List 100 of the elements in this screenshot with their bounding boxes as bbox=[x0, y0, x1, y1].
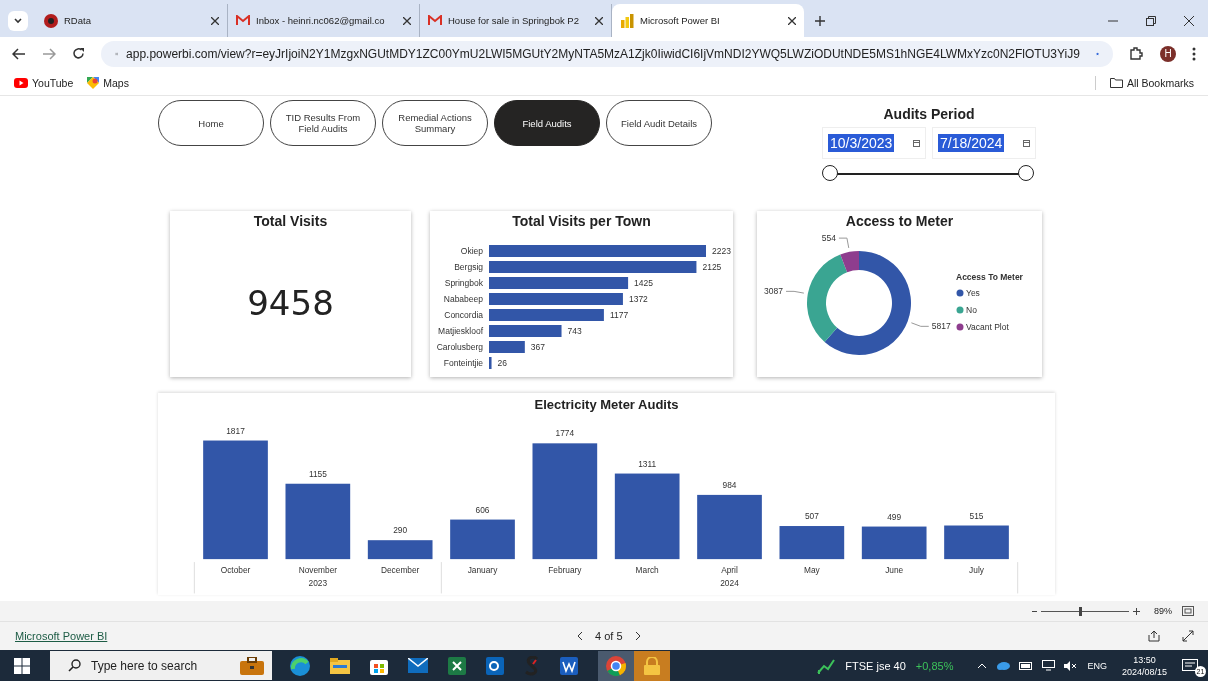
kpi-value: 9458 bbox=[247, 283, 334, 323]
page-nav-button[interactable]: Home bbox=[158, 100, 264, 146]
forward-icon[interactable] bbox=[42, 47, 56, 60]
calendar-icon[interactable] bbox=[913, 139, 920, 147]
minus-icon[interactable] bbox=[1032, 608, 1037, 614]
axis-label: Carolusberg bbox=[436, 342, 483, 352]
lock-taskbar-button[interactable] bbox=[634, 650, 670, 681]
legend-label: No bbox=[966, 305, 977, 315]
speaker-muted-icon[interactable] bbox=[1064, 660, 1079, 671]
chevron-up-icon[interactable] bbox=[977, 662, 988, 669]
brand-link[interactable]: Microsoft Power BI bbox=[15, 630, 555, 642]
axis-label: March bbox=[635, 564, 659, 575]
data-label: 554 bbox=[821, 233, 836, 244]
profile-avatar[interactable]: H bbox=[1160, 45, 1176, 62]
axis-label: February bbox=[548, 564, 582, 575]
slider-handle[interactable] bbox=[1078, 606, 1082, 616]
data-label: 499 bbox=[887, 511, 902, 522]
data-label: 3087 bbox=[764, 286, 784, 297]
bookmark-link[interactable]: Maps bbox=[87, 76, 129, 89]
browser-tab[interactable]: Microsoft Power BI bbox=[612, 4, 804, 37]
axis-label: December bbox=[380, 564, 420, 575]
card-title: Total Visits bbox=[253, 213, 328, 231]
axis-label: Matjieskloof bbox=[438, 326, 483, 336]
axis-label: November bbox=[298, 564, 338, 575]
stock-chart-icon[interactable] bbox=[817, 657, 836, 674]
page-nav-button[interactable]: Field Audit Details bbox=[606, 100, 712, 146]
bar bbox=[697, 494, 762, 559]
chart-title: Electricity Meter Audits bbox=[534, 397, 679, 414]
bookmark-link[interactable]: YouTube bbox=[14, 76, 74, 89]
data-label: 984 bbox=[722, 479, 737, 490]
date-field[interactable]: 10/3/2023 bbox=[822, 127, 926, 159]
envelope-icon bbox=[428, 15, 442, 26]
data-label: 26 bbox=[497, 358, 507, 368]
next-page-icon[interactable] bbox=[634, 631, 641, 641]
cloud-icon[interactable] bbox=[996, 661, 1011, 670]
taskbar-search-field[interactable]: Type here to search bbox=[50, 651, 272, 680]
chart-title: Access to Meter bbox=[845, 213, 954, 231]
battery-icon[interactable] bbox=[1019, 661, 1034, 670]
bar bbox=[450, 519, 515, 559]
slicer-title: Audits Period bbox=[883, 106, 975, 122]
close-icon[interactable] bbox=[788, 16, 796, 25]
network-icon[interactable] bbox=[1042, 660, 1056, 671]
data-label: 1372 bbox=[628, 294, 648, 304]
axis-label: Bergsig bbox=[454, 262, 483, 272]
tab-search-button[interactable] bbox=[8, 10, 28, 31]
data-label: 367 bbox=[530, 342, 545, 352]
page-nav-button[interactable]: TID Results From Field Audits bbox=[270, 100, 376, 146]
new-tab-button[interactable] bbox=[814, 14, 826, 27]
document-icon[interactable] bbox=[560, 656, 578, 675]
search-icon bbox=[68, 659, 81, 672]
bar bbox=[861, 526, 927, 559]
windows-start-icon[interactable] bbox=[14, 657, 30, 674]
clock-time: 13:50 bbox=[1133, 653, 1156, 666]
calendar-icon[interactable] bbox=[1023, 139, 1030, 147]
axis-label: Okiep bbox=[460, 246, 483, 256]
data-label: 5817 bbox=[931, 321, 951, 332]
folder-icon[interactable] bbox=[330, 657, 350, 674]
slider-handle[interactable] bbox=[1018, 165, 1034, 181]
data-label: 2223 bbox=[712, 246, 731, 256]
data-label: 2125 bbox=[702, 262, 722, 272]
previous-page-icon[interactable] bbox=[577, 631, 583, 641]
data-label: 1155 bbox=[308, 468, 327, 479]
close-icon[interactable] bbox=[403, 16, 411, 25]
slider-handle[interactable] bbox=[822, 165, 838, 181]
address-bar[interactable]: app.powerbi.com/view?r=eyJrIjoiN2Y1MzgxNGUtMDY1ZC00YmU2LWI5MGUtY2MyNTA5MzA1Zjk0IiwidCI6IjVmNDI2YWQ5LWZiODUtNDE5MS1hNGE4LWMxYzc0N2FlOTU3YiJ9 bbox=[101, 40, 1113, 67]
close-icon[interactable] bbox=[595, 16, 603, 25]
reload-icon[interactable] bbox=[72, 47, 85, 60]
map-pin-icon bbox=[87, 76, 100, 89]
legend-label: Yes bbox=[966, 288, 980, 298]
expand-icon[interactable] bbox=[1182, 630, 1194, 642]
bar bbox=[489, 341, 525, 353]
language-indicator[interactable]: ENG bbox=[1087, 660, 1107, 671]
share-icon[interactable] bbox=[1148, 630, 1160, 642]
leader-line bbox=[838, 237, 850, 249]
all-bookmarks-link[interactable]: All Bookmarks bbox=[1109, 76, 1194, 89]
spreadsheet-icon[interactable] bbox=[448, 656, 466, 675]
page-nav-button[interactable]: Field Audits bbox=[494, 100, 600, 146]
date-field[interactable]: 7/18/2024 bbox=[932, 127, 1036, 159]
zoom-slider[interactable] bbox=[1032, 607, 1140, 615]
data-label: 1177 bbox=[609, 310, 629, 320]
bar bbox=[944, 525, 1009, 559]
plus-icon[interactable] bbox=[1133, 607, 1140, 615]
page-nav-button[interactable]: Remedial Actions Summary bbox=[382, 100, 488, 146]
leader-line bbox=[910, 322, 930, 327]
browser-taskbar-button[interactable] bbox=[598, 650, 634, 681]
menu-icon[interactable] bbox=[1192, 46, 1196, 61]
envelope-icon[interactable] bbox=[408, 658, 428, 673]
zoom-level: 89% bbox=[1154, 606, 1172, 616]
data-label: 1774 bbox=[555, 428, 575, 439]
puzzle-icon[interactable] bbox=[1129, 46, 1144, 61]
axis-label: January bbox=[467, 564, 498, 575]
axis-label: May bbox=[804, 564, 820, 575]
leader-line bbox=[785, 290, 805, 294]
close-icon[interactable] bbox=[211, 16, 219, 25]
bar bbox=[489, 357, 492, 369]
axis-label: Nababeep bbox=[443, 294, 483, 304]
stock-ticker[interactable]: FTSE jse 40 bbox=[845, 659, 906, 672]
back-icon[interactable] bbox=[12, 47, 26, 60]
axis-label: Concordia bbox=[444, 310, 483, 320]
fit-page-icon[interactable] bbox=[1182, 606, 1194, 616]
